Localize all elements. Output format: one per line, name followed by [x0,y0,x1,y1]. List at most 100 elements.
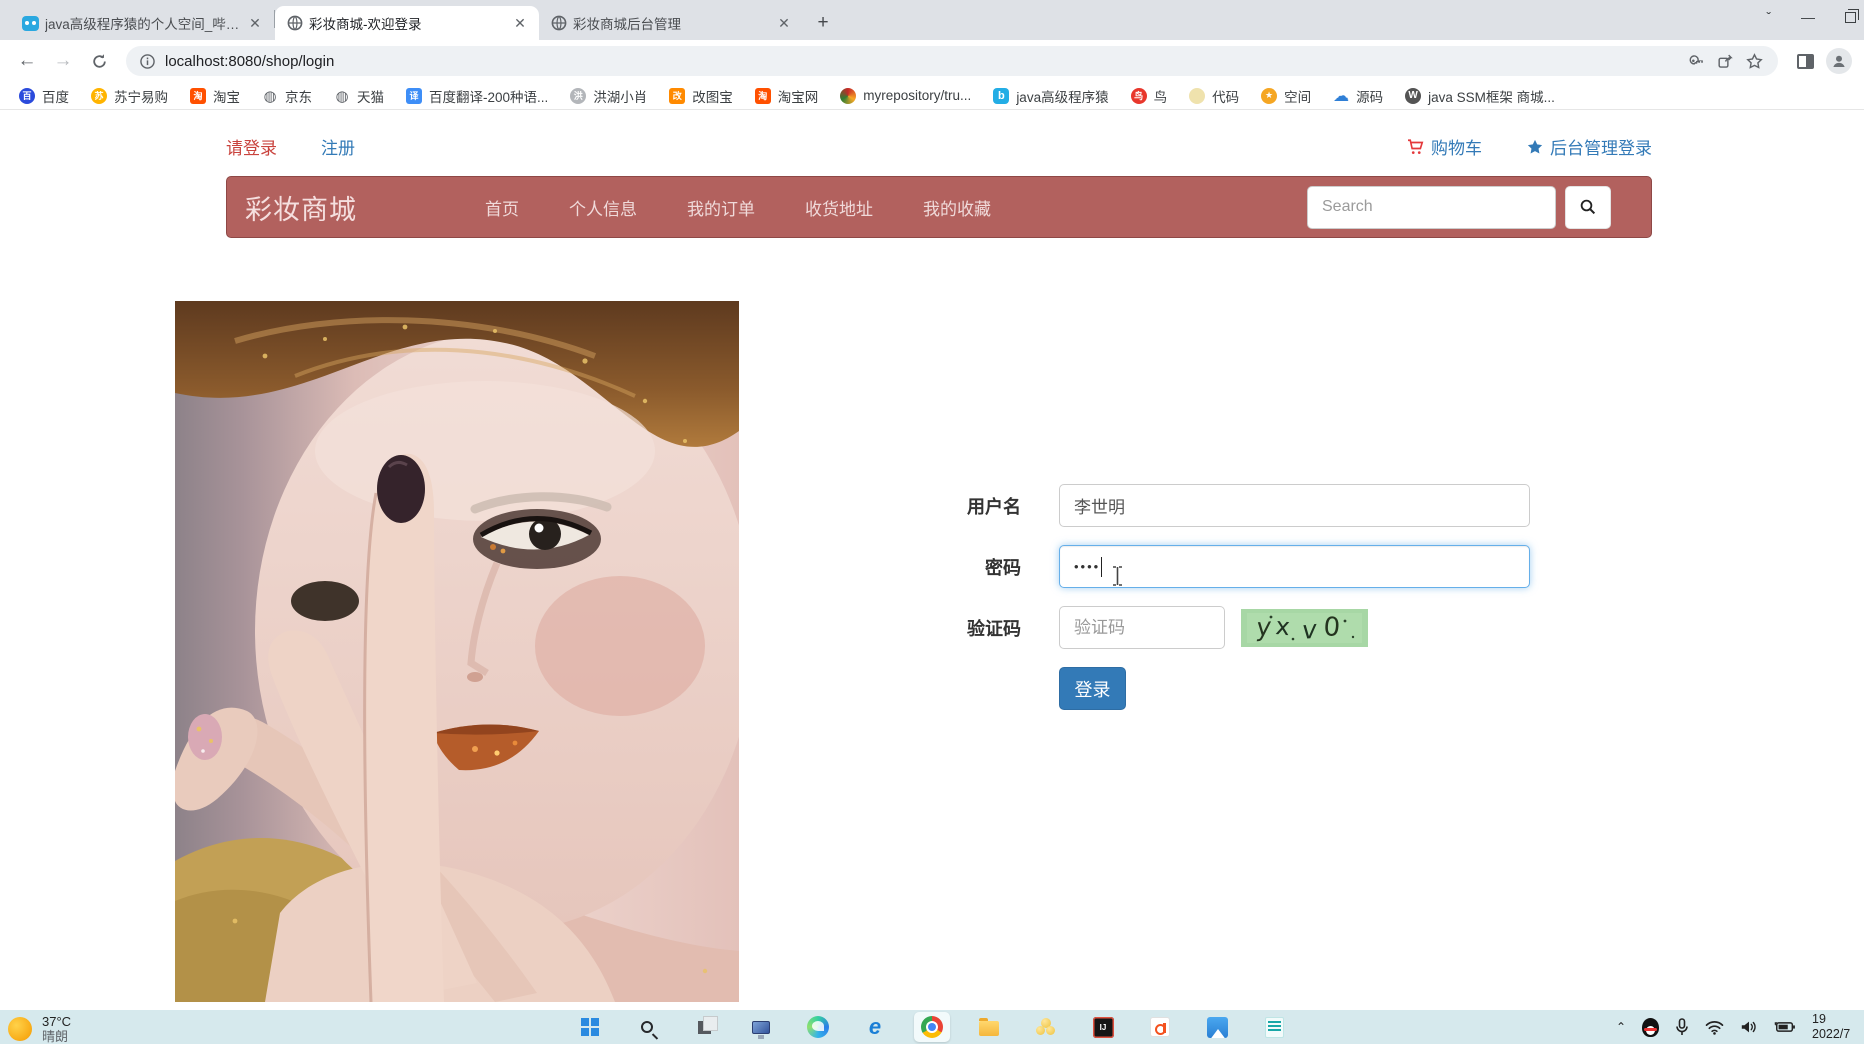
admin-login-link[interactable]: 后台管理登录 [1526,134,1652,159]
password-input[interactable]: •••• [1059,545,1530,588]
bookmark-item[interactable]: ◍ 天猫 [325,84,393,108]
microphone-icon[interactable] [1675,1018,1689,1036]
task-view-button[interactable] [686,1012,722,1042]
text-caret [1101,556,1103,577]
back-button[interactable]: ← [12,46,42,76]
search-input[interactable] [1307,185,1556,229]
forward-button[interactable]: → [48,46,78,76]
internet-explorer-icon[interactable]: e [857,1012,893,1042]
bookmark-item[interactable]: W java SSM框架 商城... [1396,84,1564,108]
navbar-item[interactable]: 收货地址 [805,195,873,220]
password-masked-value: •••• [1074,559,1101,574]
bookmark-item[interactable]: b java高级程序猿 [984,84,1117,108]
search-button[interactable] [1565,185,1611,229]
bookmark-item[interactable]: ☁ 源码 [1324,84,1392,108]
bookmark-label: java高级程序猿 [1016,89,1109,105]
clock-date: 2022/7 [1812,1027,1851,1041]
bookmark-label: myrepository/tru... [863,88,972,103]
chrome-icon[interactable] [914,1012,950,1042]
cart-link[interactable]: 购物车 [1406,134,1482,159]
password-label: 密码 [985,557,1021,578]
shop-brand[interactable]: 彩妆商城 [245,188,357,227]
bookmark-item[interactable]: myrepository/tru... [831,86,980,106]
navbar-item[interactable]: 我的订单 [687,195,755,220]
docs-app-icon[interactable] [1142,1012,1178,1042]
photos-app-icon[interactable] [1199,1012,1235,1042]
taskbar: 37°C 晴朗 e IJ ⌃ 19 2022/7 [0,1010,1864,1044]
person-icon [1833,55,1845,67]
start-button[interactable] [572,1012,608,1042]
share-icon[interactable] [1716,52,1735,71]
tab-close-icon[interactable]: ✕ [511,14,529,32]
battery-icon[interactable] [1774,1020,1796,1034]
browser-window: java高级程序猿的个人空间_哔哩... ✕ 彩妆商城-欢迎登录 ✕ 彩妆商城后… [0,0,1864,1044]
volume-icon[interactable] [1740,1019,1758,1035]
intellij-idea-icon[interactable]: IJ [1085,1012,1121,1042]
bookmark-item[interactable]: 改 改图宝 [660,84,742,108]
bookmark-label: 京东 [285,89,312,105]
site-info-icon[interactable] [140,53,155,69]
window-restore-button[interactable] [1845,8,1859,23]
register-link[interactable]: 注册 [321,134,355,159]
password-key-icon[interactable] [1687,52,1706,71]
username-input[interactable] [1059,484,1530,527]
svg-text:0: 0 [1323,612,1342,643]
bookmark-favicon-icon: ◍ [263,87,277,105]
captcha-input[interactable] [1059,606,1225,649]
profile-avatar[interactable] [1826,48,1852,74]
taskbar-clock[interactable]: 19 2022/7 [1812,1012,1864,1042]
cart-label: 购物车 [1431,139,1482,158]
side-panel-button[interactable] [1790,46,1820,76]
bookmark-favicon-icon: 淘 [190,87,206,104]
bookmark-item[interactable]: 译 百度翻译-200种语... [397,84,557,108]
captcha-image[interactable]: y x v 0 [1241,608,1368,647]
tab-bilibili[interactable]: java高级程序猿的个人空间_哔哩... ✕ [10,6,274,40]
login-link[interactable]: 请登录 [226,134,277,159]
taskbar-search-button[interactable] [629,1012,665,1042]
bookmark-label: 淘宝网 [777,89,819,105]
bookmark-star-icon[interactable] [1745,52,1764,71]
bookmark-item[interactable]: 百 百度 [10,84,78,108]
app-cluster-icon[interactable] [1028,1012,1064,1042]
bookmark-item[interactable]: 洪 洪湖小肖 [561,84,656,108]
bookmark-item[interactable]: 淘 淘宝网 [746,84,828,108]
login-submit-button[interactable]: 登录 [1059,667,1126,710]
tray-expand-icon[interactable]: ⌃ [1616,1020,1626,1034]
tab-search-chevron-icon[interactable]: ˇ [1766,10,1771,24]
bookmark-item[interactable]: 代码 [1180,84,1248,108]
bookmark-favicon-icon: ★ [1261,87,1278,104]
this-pc-icon[interactable] [743,1012,779,1042]
new-tab-button[interactable]: + [809,9,837,37]
edge-icon[interactable] [800,1012,836,1042]
bookmark-favicon-icon: ◍ [335,87,349,105]
navbar-item[interactable]: 我的收藏 [923,195,991,220]
qq-icon[interactable] [1642,1017,1659,1037]
navbar-item[interactable]: 首页 [485,195,519,220]
bookmark-item[interactable]: 鸟 鸟 [1122,84,1177,108]
tab-shop-admin[interactable]: 彩妆商城后台管理 ✕ [539,6,803,40]
tab-close-icon[interactable]: ✕ [775,14,793,32]
weather-widget[interactable]: 37°C 晴朗 [8,1014,71,1044]
notepad-icon[interactable] [1256,1012,1292,1042]
taskbar-apps: e IJ [572,1010,1292,1044]
bookmark-item[interactable]: 苏 苏宁易购 [82,84,177,108]
window-minimize-button[interactable]: — [1801,10,1815,24]
bookmark-favicon-icon [840,87,857,104]
bookmark-favicon-icon: 鸟 [1130,87,1147,104]
reload-button[interactable] [84,46,114,76]
file-explorer-icon[interactable] [971,1012,1007,1042]
bookmark-label: 百度 [42,89,69,105]
bookmark-item[interactable]: ◍ 京东 [253,84,321,108]
wifi-icon[interactable] [1705,1020,1724,1035]
bookmark-label: 淘宝 [213,89,240,105]
bookmark-favicon-icon: W [1405,87,1422,104]
bookmark-item[interactable]: 淘 淘宝 [181,84,249,108]
username-label: 用户名 [967,496,1021,517]
navbar-item[interactable]: 个人信息 [569,195,637,220]
shop-login-page: 请登录 注册 购物车 后台管理登录 彩妆商城 首页 个人信息 我的订单 收货地址 我的收… [0,110,1864,1010]
tab-shop-login[interactable]: 彩妆商城-欢迎登录 ✕ [275,6,539,40]
address-bar[interactable]: localhost:8080/shop/login [126,46,1778,76]
bookmark-label: 鸟 [1153,89,1168,105]
tab-close-icon[interactable]: ✕ [246,14,264,32]
bookmark-item[interactable]: ★ 空间 [1252,84,1320,108]
